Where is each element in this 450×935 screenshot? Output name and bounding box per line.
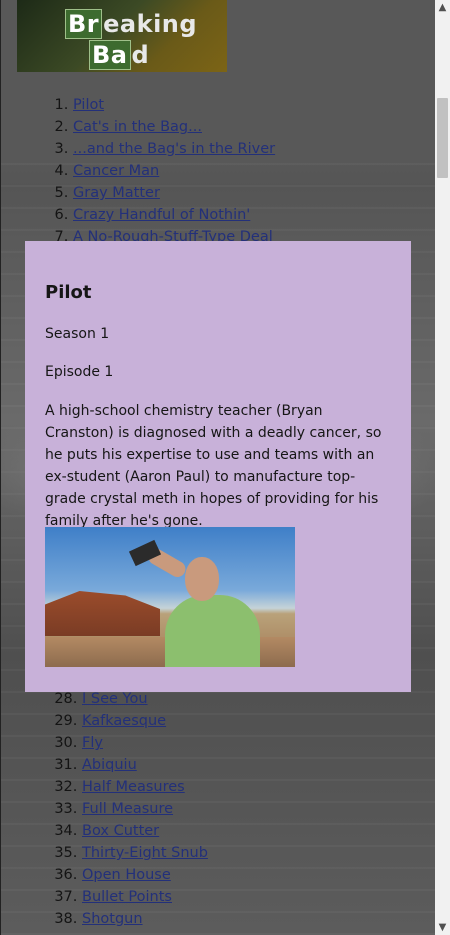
episode-link[interactable]: Shotgun xyxy=(82,911,143,927)
logo-line-2: Ba d xyxy=(89,40,149,70)
episode-link[interactable]: Fly xyxy=(82,735,103,751)
episode-list-top: Pilot Cat's in the Bag... ...and the Bag's… xyxy=(31,94,275,248)
episode-popup: Pilot Season 1 Episode 1 A high-school c… xyxy=(25,241,411,692)
episode-list-item: Abiquiu xyxy=(82,754,208,776)
scroll-down-icon[interactable]: ▼ xyxy=(435,920,450,935)
episode-list-item: Shotgun xyxy=(82,908,208,930)
episode-link[interactable]: Box Cutter xyxy=(82,823,159,839)
episode-list-item: Box Cutter xyxy=(82,820,208,842)
episode-list-item: ...and the Bag's in the River xyxy=(73,138,275,160)
episode-link[interactable]: Half Measures xyxy=(82,779,185,795)
scroll-up-icon[interactable]: ▲ xyxy=(435,0,450,15)
scroll-thumb[interactable] xyxy=(437,98,448,178)
episode-list-item: Open House xyxy=(82,864,208,886)
episode-link[interactable]: Cat's in the Bag... xyxy=(73,119,202,135)
episode-link[interactable]: Gray Matter xyxy=(73,185,160,201)
episode-link[interactable]: Pilot xyxy=(73,97,104,113)
breaking-bad-logo: Br eaking Ba d xyxy=(17,0,227,72)
episode-list-item: Cat's in the Bag... xyxy=(73,116,275,138)
episode-link[interactable]: Crazy Handful of Nothin' xyxy=(73,207,250,223)
still-figure-shirt xyxy=(165,595,260,667)
episode-link[interactable]: Kafkaesque xyxy=(82,713,166,729)
episode-link[interactable]: Bullet Points xyxy=(82,889,172,905)
episode-list-item: Cancer Man xyxy=(73,160,275,182)
episode-list-item: Full Measure xyxy=(82,798,208,820)
episode-list-item: Bullet Points xyxy=(82,886,208,908)
episode-link[interactable]: I See You xyxy=(82,691,148,707)
episode-still-image xyxy=(45,527,295,667)
still-figure-head xyxy=(185,557,219,601)
episode-list-item: Pilot xyxy=(73,94,275,116)
popup-summary: A high-school chemistry teacher (Bryan C… xyxy=(45,403,382,529)
popup-title: Pilot xyxy=(45,282,92,303)
left-border xyxy=(0,0,1,935)
episode-link[interactable]: Cancer Man xyxy=(73,163,159,179)
episode-list-item: Half Measures xyxy=(82,776,208,798)
logo-line-1: Br eaking xyxy=(65,9,197,39)
episode-link[interactable]: Full Measure xyxy=(82,801,173,817)
episode-link[interactable]: Abiquiu xyxy=(82,757,137,773)
episode-link[interactable]: Open House xyxy=(82,867,171,883)
episode-list-item: Gray Matter xyxy=(73,182,275,204)
vertical-scrollbar[interactable]: ▲ ▼ xyxy=(435,0,450,935)
popup-episode: Episode 1 xyxy=(45,364,114,380)
episode-list-bottom: I See You Kafkaesque Fly Abiquiu Half Measur… xyxy=(31,688,208,930)
popup-season: Season 1 xyxy=(45,326,110,342)
still-mesa xyxy=(45,591,160,636)
episode-list-item: Crazy Handful of Nothin' xyxy=(73,204,275,226)
episode-link[interactable]: Thirty-Eight Snub xyxy=(82,845,208,861)
episode-list-item: Kafkaesque xyxy=(82,710,208,732)
episode-link[interactable]: ...and the Bag's in the River xyxy=(73,141,275,157)
episode-list-item: Fly xyxy=(82,732,208,754)
episode-list-item: Thirty-Eight Snub xyxy=(82,842,208,864)
